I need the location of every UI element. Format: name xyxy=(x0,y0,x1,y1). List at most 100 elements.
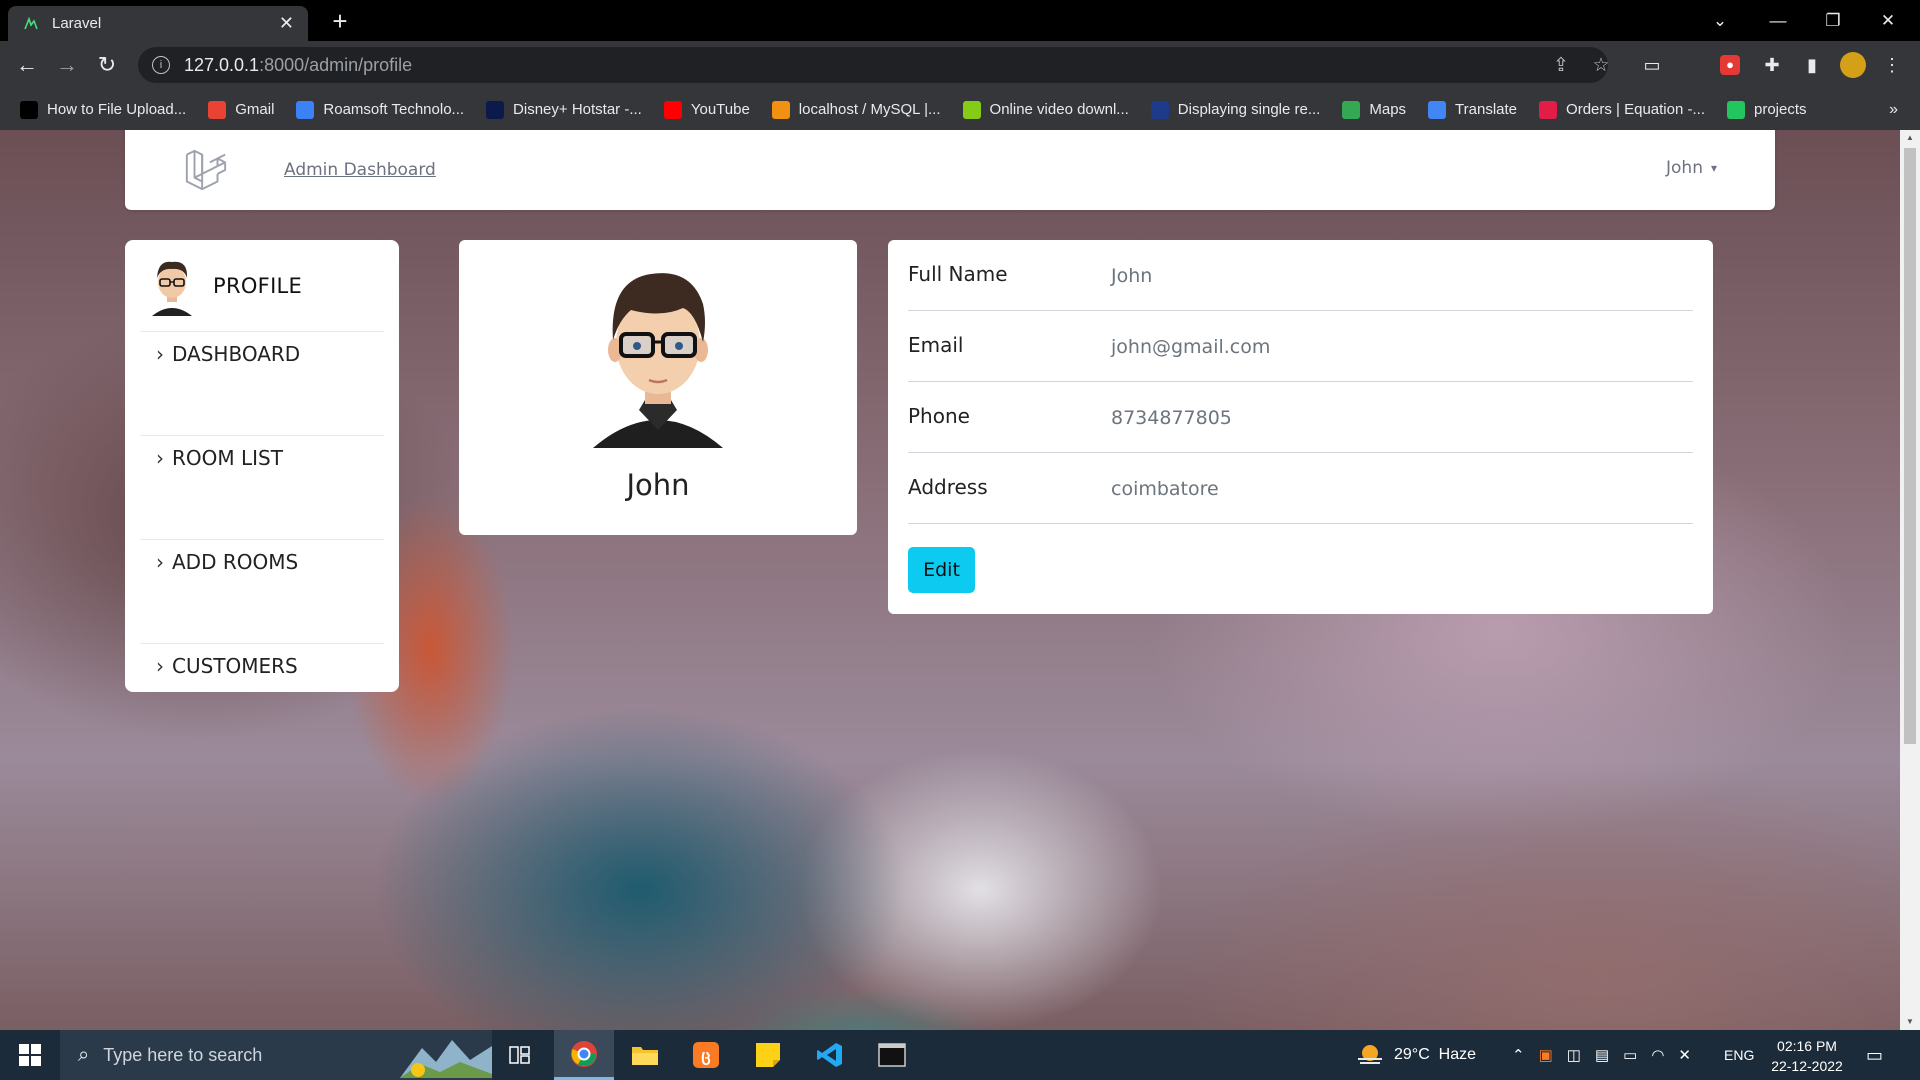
bookmark-item[interactable]: Roamsoft Technolo... xyxy=(296,100,464,119)
youtube-icon xyxy=(663,100,682,119)
scroll-down-icon[interactable]: ▼ xyxy=(1900,1014,1920,1030)
bookmark-item[interactable]: Gmail xyxy=(208,100,275,119)
side-panel-icon[interactable]: ▮ xyxy=(1800,53,1824,77)
forward-icon[interactable]: → xyxy=(52,50,82,80)
sidebar-item-room-list[interactable]: › ROOM LIST xyxy=(140,436,384,540)
sidebar-item-label: ADD ROOMS xyxy=(172,550,299,574)
restore-icon[interactable]: ❐ xyxy=(1807,0,1859,41)
bookmark-item[interactable]: projects xyxy=(1727,100,1807,119)
terminal-icon[interactable] xyxy=(862,1030,922,1080)
notifications-icon[interactable]: ▭ xyxy=(1866,1030,1883,1080)
bookmark-item[interactable]: Displaying single re... xyxy=(1150,100,1321,119)
sidebar-item-customers[interactable]: › CUSTOMERS xyxy=(140,644,384,694)
bookmark-item[interactable]: Maps xyxy=(1342,100,1406,119)
minimize-icon[interactable]: — xyxy=(1752,0,1804,41)
browser-toolbar: ← → ↻ i 127.0.0.1 :8000/admin/profile ⇪ … xyxy=(0,41,1920,89)
page-viewport: Admin Dashboard John ▾ PROFILE › DASHBOA… xyxy=(0,130,1900,1030)
sticky-notes-icon[interactable] xyxy=(738,1030,798,1080)
avatar xyxy=(152,261,192,316)
meet-now-icon[interactable]: ◫ xyxy=(1567,1046,1581,1064)
sidebar: PROFILE › DASHBOARD › ROOM LIST › ADD RO… xyxy=(125,240,399,692)
detail-value: 8734877805 xyxy=(1111,407,1232,429)
wifi-icon[interactable]: ◠ xyxy=(1651,1046,1664,1064)
close-window-icon[interactable]: ✕ xyxy=(1862,0,1914,41)
bookmark-label: Translate xyxy=(1455,101,1518,118)
xampp-tray-icon[interactable]: ▣ xyxy=(1539,1046,1553,1064)
detail-key: Phone xyxy=(908,404,970,428)
extensions-icon[interactable]: ✚ xyxy=(1760,53,1784,77)
reload-icon[interactable]: ↻ xyxy=(92,50,122,80)
clock-time: 02:16 PM xyxy=(1777,1038,1837,1054)
new-tab-button[interactable]: + xyxy=(325,6,355,36)
search-highlight-icon xyxy=(400,1040,492,1078)
language-indicator[interactable]: ENG xyxy=(1724,1030,1754,1080)
profile-card: John xyxy=(459,240,857,535)
bookmarks-overflow-icon[interactable]: » xyxy=(1889,89,1898,130)
profile-name: John xyxy=(626,468,690,502)
sidebar-profile-label: PROFILE xyxy=(213,273,303,298)
user-dropdown[interactable]: John ▾ xyxy=(1666,158,1717,178)
weather-widget[interactable]: 29°C Haze xyxy=(1356,1030,1476,1080)
download-icon xyxy=(962,100,981,119)
share-icon[interactable]: ⇪ xyxy=(1550,55,1572,77)
scroll-up-icon[interactable]: ▲ xyxy=(1900,130,1920,146)
sidebar-item-add-rooms[interactable]: › ADD ROOMS xyxy=(140,540,384,644)
chevron-right-icon: › xyxy=(156,446,164,470)
bookmark-label: Online video downl... xyxy=(989,101,1129,118)
bookmark-item[interactable]: Translate xyxy=(1428,100,1518,119)
profile-avatar-icon[interactable] xyxy=(1840,52,1866,78)
chevron-right-icon: › xyxy=(156,654,164,678)
task-view-icon[interactable] xyxy=(490,1030,550,1080)
scrollbar-thumb[interactable] xyxy=(1904,148,1916,744)
bookmark-label: Displaying single re... xyxy=(1177,101,1321,118)
laravel-logo-icon[interactable] xyxy=(183,147,229,193)
edit-button[interactable]: Edit xyxy=(908,547,975,593)
browser-tabstrip: Laravel ✕ + ⌄ — ❐ ✕ xyxy=(0,0,1920,41)
bookmark-item[interactable]: localhost / MySQL |... xyxy=(771,100,941,119)
weather-text: 29°C Haze xyxy=(1394,1046,1476,1063)
vscode-icon[interactable] xyxy=(800,1030,860,1080)
cast-icon[interactable]: ▭ xyxy=(1640,53,1664,77)
taskbar-search[interactable]: ⌕ Type here to search xyxy=(60,1030,492,1080)
bookmark-item[interactable]: Online video downl... xyxy=(962,100,1129,119)
battery-icon[interactable]: ▭ xyxy=(1623,1046,1637,1064)
site-info-icon[interactable]: i xyxy=(152,56,170,74)
clock-date: 22-12-2022 xyxy=(1771,1058,1843,1074)
task-manager-tray-icon[interactable]: ▤ xyxy=(1595,1046,1609,1064)
windows-start-icon[interactable] xyxy=(0,1030,60,1080)
chrome-taskbar-icon[interactable] xyxy=(554,1030,614,1080)
sidebar-item-label: CUSTOMERS xyxy=(172,654,298,678)
file-explorer-icon[interactable] xyxy=(615,1030,675,1080)
sidebar-item-dashboard[interactable]: › DASHBOARD xyxy=(140,332,384,436)
gmail-icon xyxy=(208,100,227,119)
volume-muted-icon[interactable]: ✕ xyxy=(1678,1046,1691,1064)
bookmark-label: projects xyxy=(1754,101,1807,118)
browser-tab[interactable]: Laravel ✕ xyxy=(8,6,308,41)
xampp-icon[interactable]: ც xyxy=(676,1030,736,1080)
menu-icon[interactable]: ⋮ xyxy=(1880,53,1904,77)
record-extension-icon[interactable]: ● xyxy=(1720,55,1740,75)
chevron-up-icon[interactable]: ⌃ xyxy=(1512,1046,1525,1064)
address-bar[interactable]: i 127.0.0.1 :8000/admin/profile ⇪ ☆ xyxy=(138,47,1610,83)
admin-dashboard-link[interactable]: Admin Dashboard xyxy=(284,160,436,180)
bookmark-item[interactable]: Orders | Equation -... xyxy=(1539,100,1705,119)
bookmark-label: Gmail xyxy=(235,101,275,118)
detail-value: coimbatore xyxy=(1111,478,1219,500)
taskbar-clock[interactable]: 02:16 PM 22-12-2022 xyxy=(1768,1036,1846,1076)
url-host: 127.0.0.1 xyxy=(184,54,260,75)
bookmark-item[interactable]: How to File Upload... xyxy=(20,100,186,119)
bookmark-star-icon[interactable]: ☆ xyxy=(1590,55,1612,77)
tab-search-icon[interactable]: ⌄ xyxy=(1694,0,1746,41)
sidebar-profile[interactable]: PROFILE xyxy=(140,240,384,332)
back-icon[interactable]: ← xyxy=(12,50,42,80)
detail-key: Email xyxy=(908,333,964,357)
page-scrollbar[interactable]: ▲ ▼ xyxy=(1900,130,1920,1030)
detail-value: John xyxy=(1111,265,1153,287)
bookmark-item[interactable]: YouTube xyxy=(663,100,750,119)
sidebar-item-label: DASHBOARD xyxy=(172,342,301,366)
profile-avatar xyxy=(593,273,723,448)
tab-close-icon[interactable]: ✕ xyxy=(279,13,294,34)
bookmark-label: Disney+ Hotstar -... xyxy=(513,101,642,118)
github-icon xyxy=(20,100,38,119)
bookmark-item[interactable]: Disney+ Hotstar -... xyxy=(486,100,642,119)
